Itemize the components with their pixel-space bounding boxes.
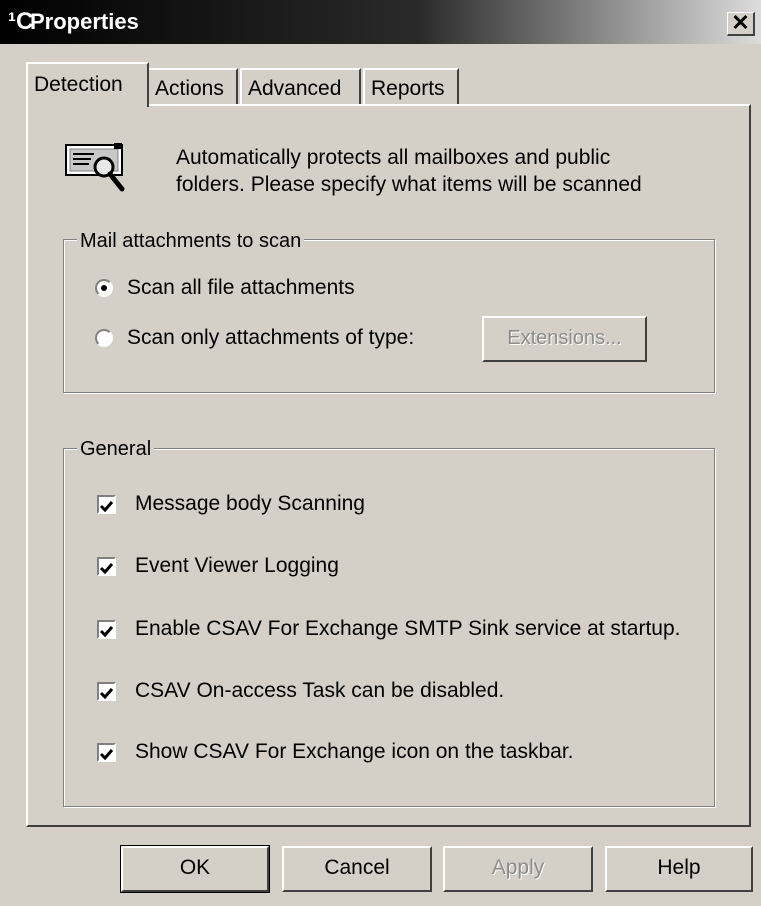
- checkbox-message-body-box[interactable]: [97, 495, 116, 514]
- check-icon: [99, 626, 114, 638]
- check-icon: [99, 563, 114, 575]
- checkbox-smtp-sink-label: Enable CSAV For Exchange SMTP Sink servi…: [135, 617, 681, 640]
- ok-button[interactable]: OK: [120, 845, 270, 893]
- checkbox-onaccess-disable-label: CSAV On-access Task can be disabled.: [135, 679, 505, 702]
- description-text: Automatically protects all mailboxes and…: [176, 144, 642, 198]
- apply-button[interactable]: Apply: [443, 846, 593, 892]
- check-icon: [99, 688, 114, 700]
- checkbox-event-logging-box[interactable]: [97, 557, 116, 576]
- title-bar: ¹C Properties ✕: [0, 0, 761, 44]
- scan-document-icon: [64, 141, 128, 202]
- radio-scan-all-label: Scan all file attachments: [127, 276, 355, 299]
- checkbox-event-logging-label: Event Viewer Logging: [135, 554, 339, 577]
- description-line-1: Automatically protects all mailboxes and…: [176, 146, 611, 169]
- general-group-label: General: [77, 438, 155, 460]
- tab-advanced[interactable]: Advanced: [240, 68, 361, 104]
- cancel-button[interactable]: Cancel: [282, 846, 432, 892]
- checkbox-taskbar-icon-label: Show CSAV For Exchange icon on the taskb…: [135, 740, 574, 763]
- checkbox-smtp-sink-box[interactable]: [97, 620, 116, 639]
- attachments-group-label: Mail attachments to scan: [77, 230, 305, 252]
- radio-scan-type-label: Scan only attachments of type:: [127, 326, 415, 349]
- extensions-button[interactable]: Extensions...: [482, 316, 647, 362]
- window-title: Properties: [30, 9, 139, 34]
- help-button[interactable]: Help: [605, 846, 753, 892]
- tab-advanced-label: Advanced: [248, 77, 342, 100]
- check-icon: [99, 749, 114, 761]
- checkbox-message-body-label: Message body Scanning: [135, 492, 365, 515]
- tab-detection-label: Detection: [34, 73, 123, 96]
- tab-detection[interactable]: Detection: [26, 62, 149, 107]
- checkbox-onaccess-disable-box[interactable]: [97, 682, 116, 701]
- close-icon: ✕: [731, 10, 750, 35]
- check-icon: [99, 501, 114, 513]
- tab-actions[interactable]: Actions: [147, 68, 238, 104]
- checkbox-taskbar-icon-box[interactable]: [97, 743, 116, 762]
- radio-scan-type-button[interactable]: [95, 329, 113, 347]
- description-line-2: folders. Please specify what items will …: [176, 173, 642, 196]
- close-button[interactable]: ✕: [727, 12, 755, 36]
- tab-reports[interactable]: Reports: [363, 68, 459, 104]
- radio-scan-all-button[interactable]: [95, 279, 113, 297]
- tab-actions-label: Actions: [155, 77, 224, 100]
- tab-reports-label: Reports: [371, 77, 445, 100]
